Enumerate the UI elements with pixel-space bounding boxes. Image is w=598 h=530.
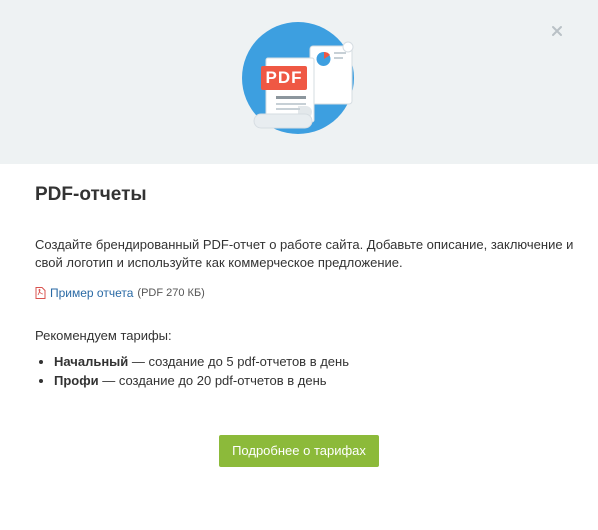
modal-title: PDF-отчеты (35, 184, 147, 205)
sample-report-link[interactable]: Пример отчета (50, 285, 133, 301)
plan-name: Начальный (54, 354, 129, 369)
pdf-reports-modal: PDF PDF-отчеты Создайте брендированный P… (0, 0, 598, 530)
modal-description: Создайте брендированный PDF-отчет о рабо… (35, 237, 574, 270)
recommend-label: Рекомендуем тарифы: (35, 328, 172, 343)
more-about-plans-button[interactable]: Подробнее о тарифах (219, 435, 379, 467)
close-button[interactable] (550, 24, 564, 38)
plans-list: Начальный — создание до 5 pdf-отчетов в … (35, 352, 575, 390)
plan-text: — создание до 20 pdf-отчетов в день (98, 373, 327, 388)
list-item: Профи — создание до 20 pdf-отчетов в ден… (54, 371, 575, 390)
hero-banner: PDF (0, 0, 598, 164)
list-item: Начальный — создание до 5 pdf-отчетов в … (54, 352, 575, 371)
plan-name: Профи (54, 373, 99, 388)
sample-report-meta: (PDF 270 КБ) (137, 287, 205, 299)
pdf-file-icon (35, 287, 46, 299)
plan-text: — создание до 5 pdf-отчетов в день (128, 354, 349, 369)
modal-content: PDF-отчеты Создайте брендированный PDF-о… (35, 180, 575, 390)
close-icon (552, 26, 562, 36)
sample-report: Пример отчета (PDF 270 КБ) (35, 285, 575, 301)
pdf-report-illustration: PDF (240, 14, 370, 144)
pdf-badge: PDF (261, 66, 307, 90)
